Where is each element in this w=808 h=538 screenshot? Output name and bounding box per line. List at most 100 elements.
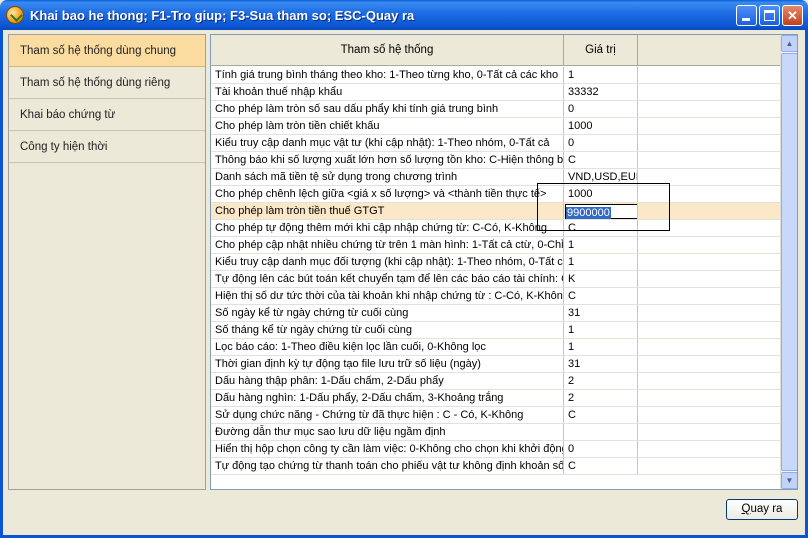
- parameter-value-cell[interactable]: C: [564, 152, 638, 168]
- sidebar-item-private-params[interactable]: Tham số hệ thống dùng riêng: [9, 67, 205, 99]
- parameter-name-cell: Số ngày kể từ ngày chứng từ cuối cùng: [211, 305, 564, 321]
- parameter-value-cell[interactable]: 1000: [564, 186, 638, 202]
- table-row[interactable]: Lọc báo cáo: 1-Theo điều kiện lọc lần cu…: [211, 339, 781, 356]
- table-row[interactable]: Cho phép cập nhật nhiều chứng từ trên 1 …: [211, 237, 781, 254]
- column-header-filler: [638, 35, 781, 65]
- table-row[interactable]: Số ngày kể từ ngày chứng từ cuối cùng 31: [211, 305, 781, 322]
- minimize-button[interactable]: [736, 5, 757, 26]
- parameter-value-cell[interactable]: C: [564, 458, 638, 474]
- table-row[interactable]: Tự động tạo chứng từ thanh toán cho phiế…: [211, 458, 781, 475]
- table-row[interactable]: Tự động lên các bút toán kết chuyển tạm …: [211, 271, 781, 288]
- arrow-up-icon: ▲: [785, 39, 794, 48]
- table-row[interactable]: Hiển thị hộp chọn công ty cần làm việc: …: [211, 441, 781, 458]
- parameter-value-cell[interactable]: [564, 424, 638, 440]
- parameter-name-cell: Tính giá trung bình tháng theo kho: 1-Th…: [211, 67, 564, 83]
- close-button[interactable]: ✕: [782, 5, 803, 26]
- parameter-value-cell[interactable]: 1: [564, 237, 638, 253]
- parameter-name-cell: Lọc báo cáo: 1-Theo điều kiện lọc lần cu…: [211, 339, 564, 355]
- parameter-name-cell: Đường dẫn thư mục sao lưu dữ liệu ngầm đ…: [211, 424, 564, 440]
- parameter-name-cell: Cho phép chênh lệch giữa <giá x số lượng…: [211, 186, 564, 202]
- scroll-thumb[interactable]: [781, 53, 797, 471]
- table-row[interactable]: Cho phép chênh lệch giữa <giá x số lượng…: [211, 186, 781, 203]
- table-row[interactable]: Danh sách mã tiền tệ sử dụng trong chươn…: [211, 169, 781, 186]
- filler-cell: [638, 169, 781, 185]
- value-edit-text: 9900000: [566, 207, 611, 219]
- table-row[interactable]: Thời gian định kỳ tự động tạo file lưu t…: [211, 356, 781, 373]
- parameter-value-cell[interactable]: 1: [564, 322, 638, 338]
- parameter-name-cell: Dấu hàng thập phân: 1-Dấu chấm, 2-Dấu ph…: [211, 373, 564, 389]
- parameter-name-cell: Cho phép làm tròn tiền thuế GTGT: [211, 203, 564, 219]
- filler-cell: [638, 373, 781, 389]
- sidebar-item-shared-params[interactable]: Tham số hệ thống dùng chung: [9, 35, 205, 67]
- grid-rows: Tính giá trung bình tháng theo kho: 1-Th…: [211, 67, 781, 475]
- table-row[interactable]: Tài khoản thuế nhập khẩu 33332: [211, 84, 781, 101]
- arrow-down-icon: ▼: [785, 476, 794, 485]
- parameter-value-cell[interactable]: K: [564, 271, 638, 287]
- quit-button-label: uay ra: [750, 503, 783, 515]
- parameter-value-cell[interactable]: 1000: [564, 118, 638, 134]
- sidebar: Tham số hệ thống dùng chung Tham số hệ t…: [8, 34, 206, 490]
- parameter-value-cell[interactable]: 2: [564, 390, 638, 406]
- filler-cell: [638, 135, 781, 151]
- filler-cell: [638, 305, 781, 321]
- title-bar: Khai bao he thong; F1-Tro giup; F3-Sua t…: [0, 0, 808, 30]
- parameter-value-cell[interactable]: 0: [564, 135, 638, 151]
- vertical-scrollbar[interactable]: ▲ ▼: [780, 35, 797, 489]
- parameter-value-cell[interactable]: 0: [564, 101, 638, 117]
- table-row[interactable]: Đường dẫn thư mục sao lưu dữ liệu ngầm đ…: [211, 424, 781, 441]
- table-row[interactable]: Tính giá trung bình tháng theo kho: 1-Th…: [211, 67, 781, 84]
- table-row[interactable]: Dấu hàng nghìn: 1-Dấu phẩy, 2-Dấu chấm, …: [211, 390, 781, 407]
- scroll-up-button[interactable]: ▲: [781, 35, 797, 52]
- table-row[interactable]: Sử dụng chức năng - Chứng từ đã thực hiệ…: [211, 407, 781, 424]
- parameter-name-cell: Tài khoản thuế nhập khẩu: [211, 84, 564, 100]
- filler-cell: [638, 407, 781, 423]
- table-row[interactable]: Thông báo khi số lượng xuất lớn hơn số l…: [211, 152, 781, 169]
- table-row[interactable]: Cho phép làm tròn tiền thuế GTGT 9900000: [211, 203, 781, 220]
- parameter-value-cell[interactable]: 33332: [564, 84, 638, 100]
- filler-cell: [638, 67, 781, 83]
- parameter-name-cell: Kiểu truy cập danh mục vật tư (khi cập n…: [211, 135, 564, 151]
- parameter-value-cell[interactable]: 31: [564, 305, 638, 321]
- parameter-value-cell[interactable]: 9900000: [564, 203, 638, 219]
- table-row[interactable]: Số tháng kể từ ngày chứng từ cuối cùng 1: [211, 322, 781, 339]
- parameter-name-cell: Danh sách mã tiền tệ sử dụng trong chươn…: [211, 169, 564, 185]
- parameter-value-cell[interactable]: 1: [564, 339, 638, 355]
- parameter-name-cell: Số tháng kể từ ngày chứng từ cuối cùng: [211, 322, 564, 338]
- window-title: Khai bao he thong; F1-Tro giup; F3-Sua t…: [30, 8, 415, 23]
- parameter-value-cell[interactable]: 1: [564, 254, 638, 270]
- grid-header: Tham số hệ thống Giá trị: [211, 35, 781, 66]
- filler-cell: [638, 152, 781, 168]
- parameter-value-cell[interactable]: VND,USD,EUR,YE: [564, 169, 638, 185]
- parameter-name-cell: Hiển thị hộp chọn công ty cần làm việc: …: [211, 441, 564, 457]
- parameter-value-cell[interactable]: 2: [564, 373, 638, 389]
- parameter-grid: Tham số hệ thống Giá trị Tính giá trung …: [210, 34, 798, 490]
- parameter-name-cell: Dấu hàng nghìn: 1-Dấu phẩy, 2-Dấu chấm, …: [211, 390, 564, 406]
- sidebar-item-current-company[interactable]: Công ty hiện thời: [9, 131, 205, 163]
- filler-cell: [638, 271, 781, 287]
- column-header-parameter[interactable]: Tham số hệ thống: [211, 35, 564, 65]
- table-row[interactable]: Cho phép làm tròn tiền chiết khấu 1000: [211, 118, 781, 135]
- maximize-button[interactable]: [759, 5, 780, 26]
- parameter-value-cell[interactable]: 1: [564, 67, 638, 83]
- parameter-name-cell: Cho phép tự động thêm mới khi cập nhập c…: [211, 220, 564, 236]
- parameter-value-cell[interactable]: C: [564, 288, 638, 304]
- minimize-icon: [742, 18, 750, 21]
- table-row[interactable]: Kiểu truy cập danh mục đối tượng (khi cậ…: [211, 254, 781, 271]
- table-row[interactable]: Cho phép làm tròn số sau dấu phẩy khi tí…: [211, 101, 781, 118]
- quit-button[interactable]: Quay ra: [726, 499, 798, 520]
- filler-cell: [638, 237, 781, 253]
- column-header-value[interactable]: Giá trị: [564, 35, 638, 65]
- parameter-name-cell: Cho phép làm tròn tiền chiết khấu: [211, 118, 564, 134]
- table-row[interactable]: Hiện thị số dư tức thời của tài khoản kh…: [211, 288, 781, 305]
- table-row[interactable]: Cho phép tự động thêm mới khi cập nhập c…: [211, 220, 781, 237]
- value-edit-field[interactable]: 9900000: [565, 204, 637, 219]
- table-row[interactable]: Kiểu truy cập danh mục vật tư (khi cập n…: [211, 135, 781, 152]
- scroll-down-button[interactable]: ▼: [781, 472, 797, 489]
- parameter-value-cell[interactable]: 0: [564, 441, 638, 457]
- parameter-value-cell[interactable]: 31: [564, 356, 638, 372]
- sidebar-item-voucher-declaration[interactable]: Khai báo chứng từ: [9, 99, 205, 131]
- parameter-value-cell[interactable]: C: [564, 220, 638, 236]
- parameter-value-cell[interactable]: C: [564, 407, 638, 423]
- table-row[interactable]: Dấu hàng thập phân: 1-Dấu chấm, 2-Dấu ph…: [211, 373, 781, 390]
- maximize-icon: [764, 10, 775, 21]
